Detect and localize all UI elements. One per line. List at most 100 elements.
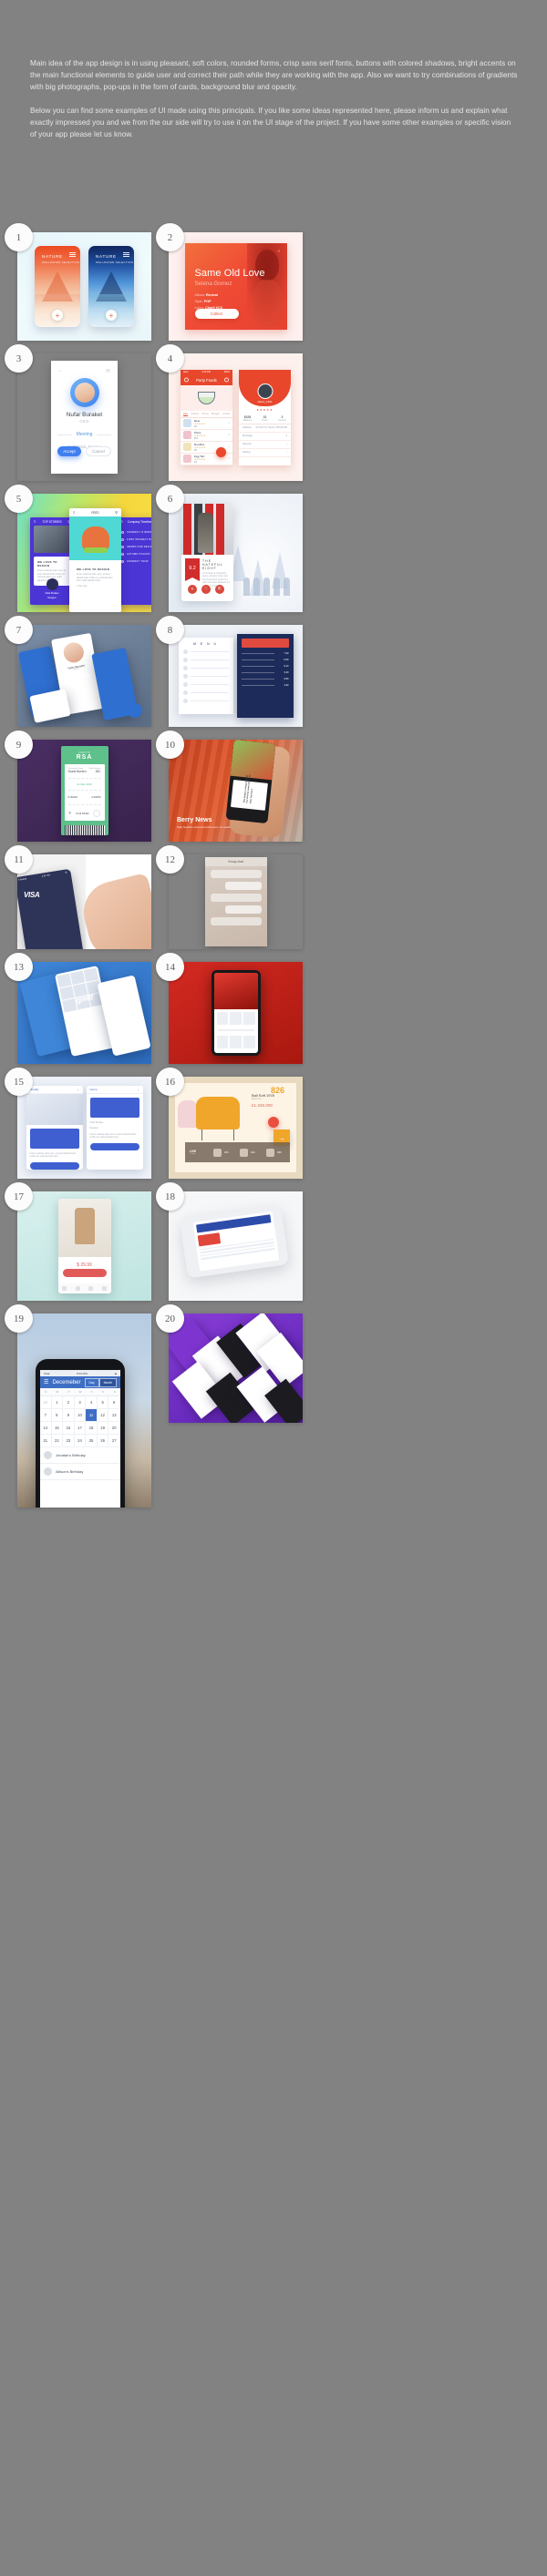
day-cell[interactable]: 17	[74, 1422, 87, 1435]
hamburger-icon[interactable]	[123, 252, 129, 257]
menu-item[interactable]	[182, 649, 229, 654]
tab-drinks[interactable]: Drinks	[191, 412, 200, 415]
day-cell[interactable]: 20	[108, 1422, 120, 1435]
nature-phone-warm[interactable]: NATURE WALLPAPER SELECTION +	[35, 246, 80, 327]
price-row[interactable]: 7.20	[241, 652, 289, 655]
day-cell[interactable]: 12	[97, 1409, 109, 1422]
day-cell[interactable]: 10	[74, 1409, 87, 1422]
shot-cell-7[interactable]: 7 Nufar Buraket 360 ® tado	[5, 616, 151, 727]
menu-item[interactable]	[182, 690, 229, 695]
thumb-item[interactable]: 254	[211, 1148, 237, 1157]
search-icon[interactable]	[75, 1286, 80, 1291]
shot-gwitr-social-mockup[interactable]: gwitr	[17, 962, 151, 1064]
item-qty[interactable]: 4	[229, 457, 230, 460]
event-row[interactable]: Allison's Birthday	[40, 1464, 120, 1480]
shot-cell-4[interactable]: 4 atom 4:23 PM 100% Party Foods ALL Drin…	[156, 344, 303, 481]
timeline-item[interactable]: COMPANY TOUR	[121, 560, 151, 563]
add-to-cart-button[interactable]	[62, 1269, 107, 1277]
shot-coat-shop-app[interactable]: $ 29.99	[17, 1191, 151, 1301]
boarding-pass-card[interactable]: FLIGHT TO RSA Passenger Name Scarls Bord…	[60, 746, 108, 835]
menu-item[interactable]	[182, 699, 229, 703]
home-icon[interactable]	[62, 1286, 67, 1291]
settings-row-message[interactable]: Message 3	[239, 433, 291, 441]
item-qty[interactable]: 4	[229, 445, 230, 448]
shot-furniture-store-web[interactable]: 826 Bali Soft 1978 Best price £1.345.000…	[169, 1077, 303, 1179]
day-cell[interactable]: 22	[51, 1435, 64, 1447]
chevron-down-icon[interactable]: ⌄	[137, 1088, 139, 1091]
hamburger-icon[interactable]: ☰	[44, 1379, 48, 1385]
shot-shopify-blue-screens[interactable]: Shopify ⌄ Fusce vehicula dolor arcu, sit …	[17, 1077, 151, 1179]
gear-icon[interactable]: ⚙	[65, 871, 67, 874]
back-icon[interactable]	[184, 377, 189, 383]
contact-button[interactable]	[89, 1142, 139, 1150]
device-screen[interactable]: Total 8:10 PM ▰ ☰ Decemeber Day Month S …	[40, 1370, 120, 1508]
shot-tado-cards-mockup[interactable]: Nufar Buraket 360 ® tado	[17, 625, 151, 727]
add-wallpaper-button[interactable]: +	[52, 310, 63, 321]
screen-right[interactable]: Home ⌄ Nufar Buraket Designer Fusce vehic…	[86, 1086, 143, 1170]
search-icon[interactable]	[224, 377, 229, 383]
chat-phone[interactable]: Group chat	[204, 857, 267, 946]
category-tabs[interactable]: ALL Drinks Pizza Burger Fruits	[181, 411, 232, 418]
tab-fruits[interactable]: Fruits	[222, 412, 230, 415]
shot-cell-11[interactable]: 11 T-Mobile 4:51 PM ⚙ VISA	[5, 845, 151, 949]
day-cell[interactable]: 14	[40, 1422, 52, 1435]
top-stories-phone[interactable]: TOP STORIES WE LOVE TO DESIGN Fusce vehi…	[30, 517, 74, 605]
settings-row-security[interactable]: Security ›	[239, 441, 291, 449]
profile-icon[interactable]	[101, 1286, 107, 1291]
close-icon[interactable]: ✕	[277, 249, 280, 253]
shot-cell-5[interactable]: 5 TOP STORIES WE LOVE TO DESIGN Fusce ve…	[5, 485, 151, 612]
shot-purple-collage-mockup[interactable]	[169, 1314, 303, 1423]
day-cell[interactable]: 23	[63, 1435, 75, 1447]
shot-cell-12[interactable]: 12 Group chat	[156, 845, 303, 949]
product-row[interactable]	[214, 1009, 258, 1027]
day-cell[interactable]: 26	[97, 1435, 109, 1447]
day-cell[interactable]: 5	[97, 1396, 109, 1409]
shot-cell-6[interactable]: 6 9.2 THE HATEFUL EIGHT In the dead of a…	[156, 485, 303, 612]
price-row[interactable]: 9.10	[241, 665, 289, 668]
day-cell[interactable]: 21	[40, 1435, 52, 1447]
day-cell[interactable]: 24	[74, 1435, 87, 1447]
shot-boarding-pass[interactable]: FLIGHT TO RSA Passenger Name Scarls Bord…	[17, 740, 151, 842]
add-wallpaper-button[interactable]: +	[106, 310, 117, 321]
shot-menu-list-screens[interactable]: M E N U 7.20 5.60 9.10 3.40 6.80 4.30	[169, 625, 303, 727]
menu-item[interactable]	[182, 682, 229, 687]
day-cell[interactable]: 27	[108, 1435, 120, 1447]
share-icon[interactable]: ⇱	[215, 585, 224, 594]
shot-strawberry-shop[interactable]	[169, 962, 303, 1064]
timeline-item[interactable]: AWARD FOR DESIGN	[121, 546, 151, 548]
shot-white-iphone-mockup[interactable]	[169, 1191, 303, 1301]
tab-all[interactable]: ALL	[183, 412, 189, 416]
price-row[interactable]: 3.40	[241, 671, 289, 674]
kpi-coupon[interactable]: 3 Coupon	[274, 415, 291, 422]
timeline-item[interactable]: AUTUMN HOLIDAY	[121, 553, 151, 556]
shot-group-chat-blur[interactable]: Group chat	[169, 854, 303, 949]
day-cell[interactable]: 7	[40, 1409, 52, 1422]
kpi-balance[interactable]: $328 Balance	[239, 415, 256, 422]
feed-phone[interactable]: FEED WE LOVE TO DESIGN Fusce vehicula do…	[69, 508, 121, 612]
view-month-button[interactable]: Month	[98, 1377, 117, 1387]
movie-card[interactable]: 9.2 THE HATEFUL EIGHT In the dead of a W…	[181, 504, 233, 601]
price-row[interactable]: 6.80	[241, 678, 289, 680]
shot-cell-2[interactable]: 2 ✕ Same Old Love Selena Gomez Album: Re…	[156, 223, 303, 341]
timeline-item[interactable]: COMPANY IS BORN	[121, 531, 151, 534]
thumb-item[interactable]: 182	[237, 1148, 263, 1157]
day-cell[interactable]: 19	[97, 1422, 109, 1435]
day-cell[interactable]: 15	[51, 1422, 64, 1435]
shot-party-foods-app[interactable]: atom 4:23 PM 100% Party Foods ALL Drinks…	[169, 353, 303, 481]
shot-cell-14[interactable]: 14	[156, 953, 303, 1064]
cart-icon[interactable]	[88, 1286, 94, 1291]
shot-cell-13[interactable]: 13 gwitr	[5, 953, 151, 1064]
calendar-grid[interactable]: 30 1 2 3 4 5 6 7 8 9 10 11 12 13 14 15 1…	[40, 1396, 120, 1447]
day-cell[interactable]: 3	[74, 1396, 87, 1409]
collect-button[interactable]: Collect	[194, 309, 239, 319]
settings-row-address[interactable]: Address W Ford St, Spore, MN 91245	[239, 424, 291, 433]
menu-light-screen[interactable]: M E N U	[178, 638, 233, 714]
shot-cell-20[interactable]: 20	[156, 1304, 303, 1508]
shot-nature-wallpaper-selection[interactable]: NATURE WALLPAPER SELECTION + NATURE WALL…	[17, 232, 151, 341]
shot-cell-9[interactable]: 9 FLIGHT TO RSA Passenger Name Scarls Bo…	[5, 731, 151, 842]
timeline-item[interactable]: FIRST PROJECT DONE	[121, 538, 151, 541]
cart-icon[interactable]	[216, 446, 226, 457]
profile-phone[interactable]: Jason_1201 ★★★★★ $328 Balance 32 Order 3…	[239, 369, 291, 465]
day-cell[interactable]: 1	[51, 1396, 64, 1409]
day-cell[interactable]: 16	[63, 1422, 75, 1435]
